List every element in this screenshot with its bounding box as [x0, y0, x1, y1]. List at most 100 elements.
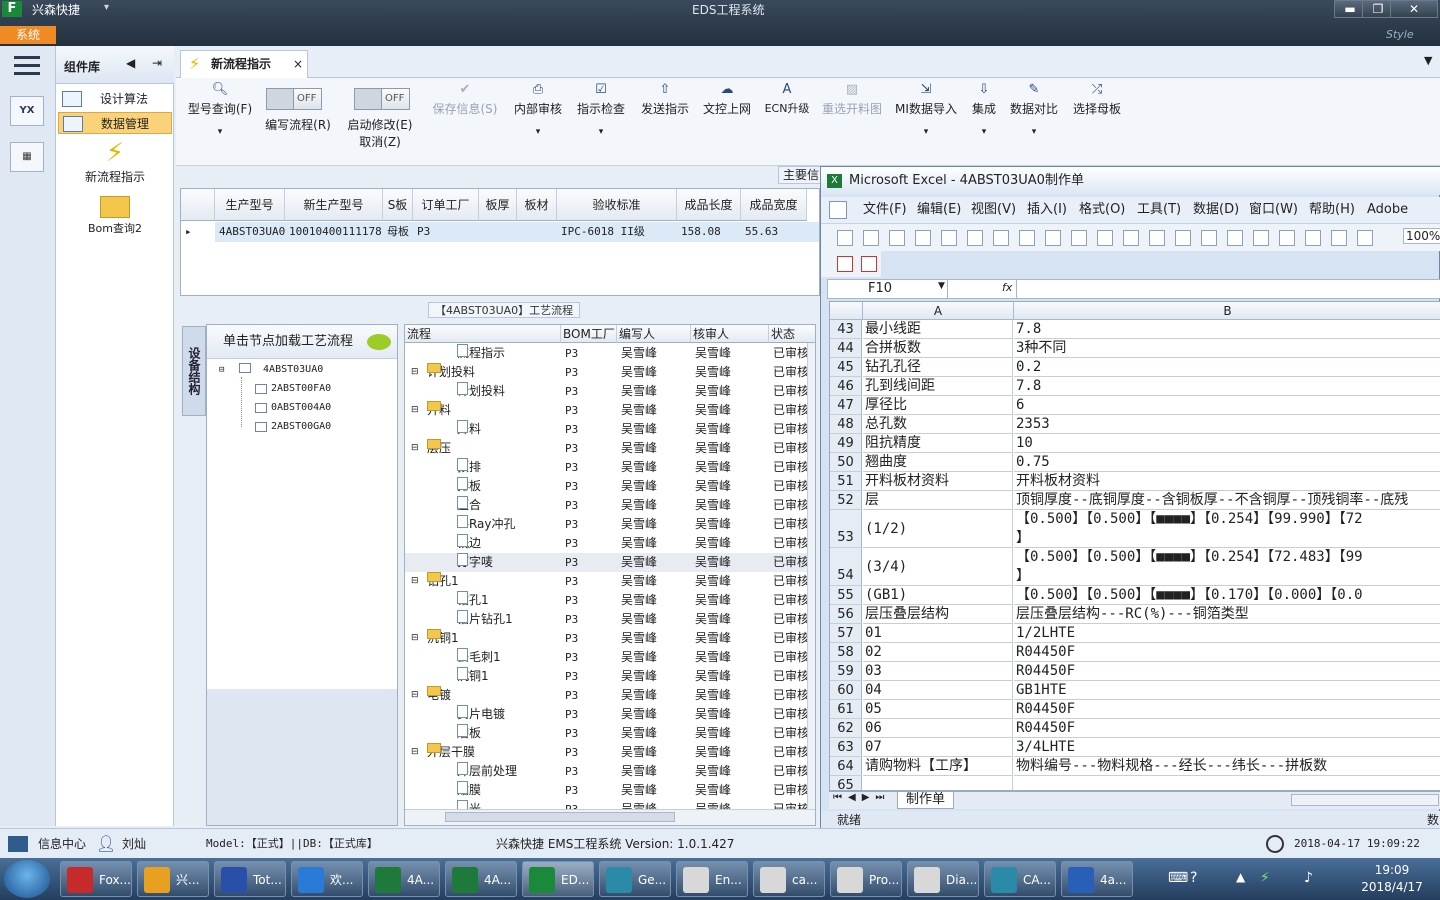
total-commander-task[interactable]: Tot... [214, 861, 286, 897]
table-cell[interactable]: P3 [413, 222, 479, 242]
cell-b[interactable]: 顶铜厚度--底铜厚度--含铜板厚--不含铜厚--顶残铜率--底残 [1014, 491, 1440, 510]
chart-icon[interactable] [1331, 230, 1347, 246]
process-row[interactable]: 贴膜 P3 吴雪峰 吴雪峰 已审核 [405, 781, 815, 800]
table-cell[interactable]: 已审核 [773, 686, 807, 705]
process-name-cell[interactable]: 预排 [457, 458, 561, 477]
process-name-cell[interactable]: 沉铜1 [457, 667, 561, 686]
process-name-cell[interactable]: 打字唛 [457, 553, 561, 572]
table-cell[interactable]: 吴雪峰 [621, 724, 691, 743]
table-cell[interactable]: 已审核 [773, 762, 807, 781]
cell-a[interactable]: 04 [863, 681, 1013, 700]
process-row[interactable]: 铣边 P3 吴雪峰 吴雪峰 已审核 [405, 534, 815, 553]
table-cell[interactable]: 吴雪峰 [695, 648, 769, 667]
process-name-cell[interactable]: 压合 [457, 496, 561, 515]
table-cell[interactable] [479, 222, 517, 242]
save-info-button[interactable]: ✔ 保存信息(S) [430, 82, 500, 117]
table-cell[interactable]: 吴雪峰 [621, 344, 691, 363]
component-item-new-flow[interactable]: ⚡ 新流程指示 [56, 138, 174, 185]
column-header[interactable]: 生产型号 [215, 189, 285, 221]
table-cell[interactable]: P3 [565, 363, 617, 382]
process-name-cell[interactable]: 负片电镀 [457, 705, 561, 724]
table-cell[interactable]: 已审核 [773, 610, 807, 629]
column-header[interactable]: 订单工厂 [413, 189, 479, 221]
table-cell[interactable]: P3 [565, 705, 617, 724]
sort-asc-icon[interactable] [1279, 230, 1295, 246]
column-header[interactable]: 板材 [517, 189, 557, 221]
table-cell[interactable]: 已审核 [773, 705, 807, 724]
word-task[interactable]: 4a... [1061, 861, 1133, 897]
excel-doc-icon[interactable] [829, 201, 847, 219]
ecn-upgrade-button[interactable]: A ECN升级 [762, 82, 812, 116]
cell-a[interactable]: 厚径比 [863, 396, 1013, 415]
row-header[interactable]: 60 [830, 681, 862, 700]
table-cell[interactable]: 吴雪峰 [621, 401, 691, 420]
table-cell[interactable]: 吴雪峰 [621, 572, 691, 591]
process-row[interactable]: 沉铜1 P3 吴雪峰 吴雪峰 已审核 ⊟ [405, 629, 815, 648]
xingsen-task[interactable]: 兴... [137, 861, 209, 897]
sum-icon[interactable] [1253, 230, 1269, 246]
table-cell[interactable]: 吴雪峰 [621, 743, 691, 762]
table-cell[interactable]: 已审核 [773, 439, 807, 458]
table-cell[interactable]: P3 [565, 610, 617, 629]
start-button[interactable] [4, 860, 50, 898]
column-header[interactable]: 成品宽度 [741, 189, 807, 221]
calculator-icon[interactable]: ▦ [10, 142, 44, 172]
table-cell[interactable]: 吴雪峰 [695, 591, 769, 610]
process-row[interactable]: 负片电镀 P3 吴雪峰 吴雪峰 已审核 [405, 705, 815, 724]
table-cell[interactable]: P3 [565, 591, 617, 610]
pdf-mail-icon[interactable] [861, 256, 877, 272]
table-cell[interactable]: 已审核 [773, 496, 807, 515]
table-cell[interactable]: IPC-6018 II级 [557, 222, 677, 242]
process-row[interactable]: 磨板 P3 吴雪峰 吴雪峰 已审核 [405, 724, 815, 743]
table-cell[interactable]: 吴雪峰 [695, 705, 769, 724]
cell-b[interactable]: R04450F [1014, 719, 1440, 738]
cell-b[interactable]: 物料编号---物料规格---经长---纬长---拼板数 [1014, 757, 1440, 776]
cell-a[interactable]: 05 [863, 700, 1013, 719]
table-cell[interactable]: 55.63 [741, 222, 819, 242]
table-cell[interactable]: 已审核 [773, 363, 807, 382]
model-query-button[interactable]: 🔍︎ 型号查询(F) ▾ [184, 82, 256, 137]
cell-b[interactable]: 【0.500】【0.500】【■■■■】【0.170】【0.000】【0.0 [1014, 586, 1440, 605]
cell-a[interactable]: (GB1) [863, 586, 1013, 605]
row-header[interactable]: 48 [830, 415, 862, 434]
cell-a[interactable]: 请购物料【工序】 [863, 757, 1013, 776]
table-cell[interactable]: 吴雪峰 [695, 724, 769, 743]
keyboard-icon[interactable]: ⌨ [1168, 870, 1188, 886]
table-cell[interactable]: 吴雪峰 [621, 648, 691, 667]
column-header-b[interactable]: B [1014, 302, 1440, 320]
table-cell[interactable]: 吴雪峰 [621, 553, 691, 572]
process-name-cell[interactable]: 开料 [427, 401, 561, 420]
process-row[interactable]: 计划投料 P3 吴雪峰 吴雪峰 已审核 ⊟ [405, 363, 815, 382]
process-name-cell[interactable]: 电镀 [427, 686, 561, 705]
process-name-cell[interactable]: 铣边 [457, 534, 561, 553]
column-header[interactable]: 流程 [405, 325, 561, 343]
dropdown-icon[interactable]: ▾ [104, 2, 109, 13]
table-cell[interactable]: 吴雪峰 [621, 458, 691, 477]
table-cell[interactable]: P3 [565, 648, 617, 667]
yx-factory-icon[interactable]: YX [10, 96, 44, 126]
cell-a[interactable]: 01 [863, 624, 1013, 643]
collapse-icon[interactable]: ⊟ [411, 629, 419, 648]
column-header[interactable]: 核审人 [691, 325, 769, 343]
tab-overflow-icon[interactable]: ▼ [1424, 54, 1432, 67]
component-item-design-algorithm[interactable]: 设计算法 [58, 88, 172, 110]
tree-node[interactable]: 2ABST00FA0 [255, 380, 331, 398]
sort-desc-icon[interactable] [1305, 230, 1321, 246]
table-cell[interactable]: 吴雪峰 [695, 686, 769, 705]
table-cell[interactable]: 吴雪峰 [695, 572, 769, 591]
row-header[interactable]: 49 [830, 434, 862, 453]
row-header[interactable]: 45 [830, 358, 862, 377]
table-cell[interactable]: 已审核 [773, 781, 807, 800]
process-row[interactable]: 计划投料 P3 吴雪峰 吴雪峰 已审核 [405, 382, 815, 401]
table-cell[interactable]: 吴雪峰 [621, 363, 691, 382]
cell-b[interactable]: 10 [1014, 434, 1440, 453]
column-header[interactable]: 状态 [769, 325, 815, 343]
cell-a[interactable]: 孔到线间距 [863, 377, 1013, 396]
process-name-cell[interactable]: X-Ray冲孔 [457, 515, 561, 534]
sheet-nav-icons[interactable]: ⏮◀▶⏭ [833, 792, 890, 803]
cell-b[interactable]: 【0.500】【0.500】【■■■■】【0.254】【99.990】【72 】 [1014, 510, 1440, 548]
help-icon[interactable]: ? [1190, 870, 1197, 886]
table-cell[interactable]: 吴雪峰 [695, 762, 769, 781]
process-name-cell[interactable]: 钻孔1 [427, 572, 561, 591]
table-cell[interactable]: 吴雪峰 [695, 363, 769, 382]
